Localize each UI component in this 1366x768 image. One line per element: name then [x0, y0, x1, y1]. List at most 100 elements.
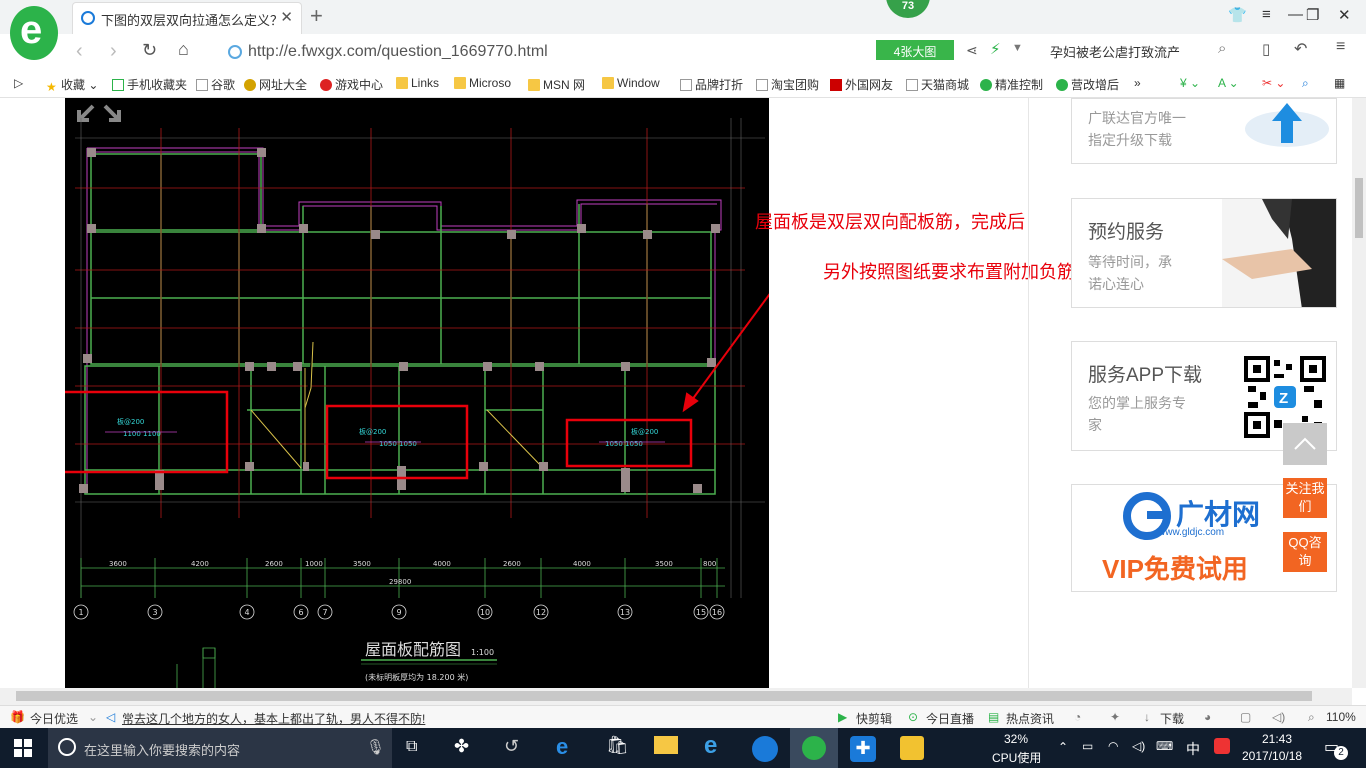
plus-app-icon[interactable]: ✚	[850, 736, 876, 762]
notes-app-icon[interactable]	[900, 736, 924, 760]
hot-news-link[interactable]: 热点资讯	[1006, 710, 1054, 727]
edge-icon[interactable]: e	[556, 734, 568, 760]
yen-icon[interactable]: ¥ ⌄	[1180, 76, 1200, 90]
bookmark-item[interactable]: 天猫商城	[906, 76, 969, 93]
new-tab-button[interactable]: +	[310, 3, 323, 29]
scissors-icon[interactable]: ✂ ⌄	[1262, 76, 1285, 90]
bookmark-label: Links	[411, 76, 440, 90]
sound-icon[interactable]: ◁)	[1272, 710, 1285, 724]
microphone-icon[interactable]: 🎙	[366, 738, 385, 756]
share-icon[interactable]: ⋖	[966, 42, 978, 59]
follow-us-button[interactable]: 关注我们	[1283, 478, 1327, 518]
bookmark-item[interactable]: Links	[396, 76, 439, 90]
download-link[interactable]: 下载	[1160, 710, 1184, 727]
tray-expand-icon[interactable]: ⌃	[1058, 740, 1068, 754]
bookmark-item[interactable]: 品牌打折	[680, 76, 743, 93]
store-icon[interactable]: 🛍	[606, 735, 629, 756]
page-icon	[680, 79, 692, 91]
task-view-icon[interactable]: ⧉	[406, 738, 417, 756]
speed-icon[interactable]: ◔	[1074, 710, 1081, 724]
restore-button[interactable]: ❐	[1306, 6, 1319, 24]
translate-icon[interactable]: A ⌄	[1218, 76, 1239, 90]
bookmark-item[interactable]: Window	[602, 76, 660, 90]
magnifier-icon[interactable]: ⌕	[1302, 76, 1309, 91]
shirt-icon[interactable]: 👕	[1228, 6, 1247, 24]
today-live-link[interactable]: 今日直播	[926, 710, 974, 727]
bookmark-item[interactable]: 网址大全	[244, 76, 307, 93]
score-badge[interactable]: 73	[886, 0, 930, 18]
url-field[interactable]: http://e.fwxgx.com/question_1669770.html	[226, 38, 871, 66]
sidebar-toggle-icon[interactable]: ▷	[14, 76, 23, 90]
horizontal-scroll-thumb[interactable]	[16, 691, 1312, 701]
back-to-top-button[interactable]	[1283, 423, 1327, 465]
menu-icon[interactable]: ≡	[1336, 38, 1345, 56]
vertical-scrollbar[interactable]	[1352, 98, 1366, 688]
undo-icon[interactable]: ↶	[1294, 39, 1307, 59]
bookmark-item[interactable]: 手机收藏夹	[112, 76, 187, 93]
chevron-down-icon[interactable]: ▼	[1012, 42, 1023, 54]
bookmark-item[interactable]: 精准控制	[980, 76, 1043, 93]
quick-clip-link[interactable]: 快剪辑	[856, 710, 892, 727]
window-icon[interactable]: ▢	[1240, 710, 1251, 724]
keyboard-icon[interactable]: ⌨	[1156, 739, 1173, 753]
news-ticker-link[interactable]: 常去这几个地方的女人，基本上都出了轨，男人不得不防!	[122, 710, 425, 727]
refresh-button[interactable]: ↻	[142, 40, 157, 61]
phone-icon[interactable]: ▯	[1262, 40, 1270, 58]
home-button[interactable]: ⌂	[178, 39, 189, 60]
expand-icon[interactable]	[77, 104, 121, 122]
cpu-label[interactable]: CPU使用	[992, 749, 1041, 766]
bookmark-item[interactable]: 外国网友	[830, 76, 893, 93]
bookmark-item[interactable]: 淘宝团购	[756, 76, 819, 93]
today-picks-link[interactable]: 今日优选	[30, 710, 78, 727]
vertical-scroll-thumb[interactable]	[1355, 178, 1363, 238]
qq-consult-button[interactable]: QQ咨询	[1283, 532, 1327, 572]
active-app-highlight[interactable]	[790, 728, 838, 768]
live-icon: ⊙	[908, 710, 919, 724]
pinwheel-icon[interactable]: ✤	[454, 736, 469, 757]
browser-tab[interactable]: 下图的双层双向拉通怎么定义？这 ✕	[72, 2, 302, 34]
spiral-icon[interactable]: ↺	[504, 736, 519, 757]
g-app-icon[interactable]	[752, 736, 778, 762]
tab-close-icon[interactable]: ✕	[280, 8, 293, 26]
clock-time[interactable]: 21:43	[1262, 732, 1292, 746]
lightning-icon[interactable]: ⚡	[990, 40, 1001, 58]
file-explorer-icon[interactable]	[654, 736, 678, 754]
bookmark-item[interactable]: ★ 收藏 ⌄	[46, 76, 98, 94]
bookmark-item[interactable]: 游戏中心	[320, 76, 383, 93]
more-bookmarks-icon[interactable]: »	[1134, 76, 1141, 90]
horizontal-scrollbar[interactable]	[0, 688, 1352, 705]
windows-start-icon[interactable]	[14, 739, 38, 763]
bookmark-item[interactable]: MSN 网	[528, 76, 585, 93]
bookmark-label: 淘宝团购	[771, 78, 820, 92]
ime-indicator[interactable]: 中	[1186, 739, 1200, 759]
clock-date[interactable]: 2017/10/18	[1242, 749, 1302, 763]
back-button[interactable]: ‹	[76, 40, 83, 63]
bookmark-item[interactable]: 营改增后	[1056, 76, 1119, 93]
forward-button[interactable]: ›	[110, 40, 117, 63]
chevron-down-icon[interactable]: ⌄	[88, 710, 98, 724]
minimize-button[interactable]: —	[1288, 6, 1303, 23]
close-window-button[interactable]: ✕	[1338, 6, 1351, 24]
network-device-icon[interactable]: ▭	[1082, 739, 1093, 753]
axis-label: 15	[696, 608, 706, 617]
upgrade-card[interactable]: 广联达官方唯一 指定升级下载	[1071, 98, 1337, 164]
sogou-icon[interactable]	[1214, 738, 1230, 754]
zoom-level[interactable]: 110%	[1326, 710, 1356, 724]
apps-icon[interactable]: ▦	[1334, 76, 1345, 90]
menu-icon[interactable]: ≡	[1262, 6, 1271, 23]
search-suggestion[interactable]: 孕妇被老公虐打致流产	[1050, 42, 1180, 61]
browser-logo[interactable]	[10, 6, 58, 60]
booking-card[interactable]: 预约服务 等待时间，承 诺心连心	[1071, 198, 1337, 308]
volume-icon[interactable]: ◁)	[1132, 739, 1145, 753]
bookmark-item[interactable]: 谷歌	[196, 76, 235, 93]
taskbar-search-box[interactable]: 在这里输入你要搜索的内容 🎙	[48, 728, 392, 768]
search-icon[interactable]: ⌕	[1218, 40, 1226, 57]
address-bar: ‹ › ↻ ⌂ http://e.fwxgx.com/question_1669…	[0, 34, 1366, 70]
bookmark-label: Window	[617, 76, 660, 90]
wifi-icon[interactable]: ◠	[1108, 739, 1118, 753]
pin-icon[interactable]: ✦	[1110, 710, 1120, 724]
ie-icon[interactable]: e	[704, 732, 717, 760]
clean-icon[interactable]: ◕	[1204, 710, 1211, 724]
big-image-button[interactable]: 4张大图	[876, 40, 954, 60]
bookmark-item[interactable]: Microso	[454, 76, 511, 90]
